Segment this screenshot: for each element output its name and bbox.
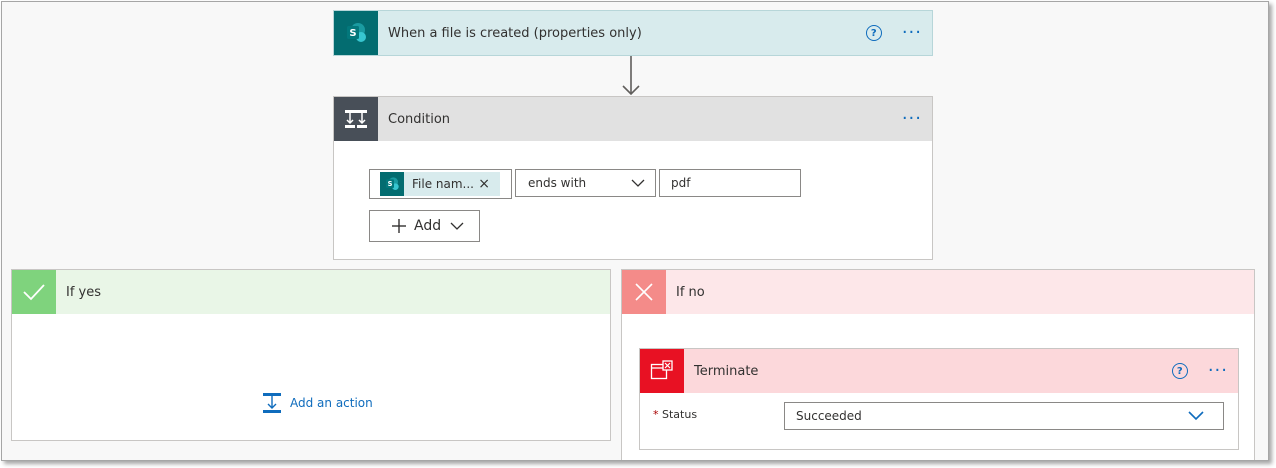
sharepoint-icon: S [380,172,404,196]
status-label: Status [662,408,698,421]
if-no-branch: If no Terminate ? ··· * Status Succeeded [621,269,1255,460]
help-icon[interactable]: ? [865,25,882,41]
if-yes-header[interactable]: If yes [12,270,610,314]
trigger-title: When a file is created (properties only) [388,25,642,41]
checkmark-icon [12,270,56,314]
condition-header[interactable]: Condition ··· [334,97,932,141]
close-icon [622,270,666,314]
svg-text:S: S [388,180,393,188]
svg-text:S: S [349,28,356,39]
chevron-down-icon [450,222,464,230]
dynamic-content-token[interactable]: S File nam... × [380,172,500,196]
trigger-card[interactable]: S When a file is created (properties onl… [333,10,933,56]
add-row-button[interactable]: Add [369,210,480,242]
required-marker: * [653,408,659,421]
if-yes-title: If yes [66,284,102,300]
terminate-header[interactable]: Terminate ? ··· [640,349,1238,393]
if-no-title: If no [676,284,705,300]
flow-designer-canvas: S When a file is created (properties onl… [1,1,1269,461]
more-options-icon[interactable]: ··· [902,24,922,42]
sharepoint-icon: S [334,11,378,55]
add-action-label: Add an action [290,396,373,410]
status-value: Succeeded [796,409,862,423]
add-label: Add [414,218,442,234]
status-field-label: * Status [653,408,697,421]
condition-icon [334,97,378,141]
if-no-header[interactable]: If no [622,270,1254,314]
condition-value: pdf [671,176,691,190]
chevron-down-icon [1188,411,1204,421]
connector-arrow-icon [622,56,640,96]
status-dropdown[interactable]: Succeeded [784,402,1224,430]
help-icon[interactable]: ? [1171,363,1188,379]
terminate-icon [640,349,684,393]
operator-dropdown[interactable]: ends with [515,169,656,197]
add-action-icon [263,393,281,413]
token-label: File nam... [412,177,474,191]
terminate-card: Terminate ? ··· * Status Succeeded [639,348,1239,450]
trigger-header[interactable]: S When a file is created (properties onl… [334,11,932,55]
plus-icon [392,219,406,233]
condition-card: Condition ··· S File nam... × ends with … [333,96,933,260]
more-options-icon[interactable]: ··· [902,110,922,128]
condition-value-input[interactable]: pdf [659,169,801,197]
more-options-icon[interactable]: ··· [1208,362,1228,380]
condition-left-operand[interactable]: S File nam... × [369,169,512,199]
condition-title: Condition [388,111,451,127]
add-action-link[interactable]: Add an action [262,392,373,414]
remove-token-icon[interactable]: × [478,176,490,192]
terminate-title: Terminate [694,363,759,379]
operator-value: ends with [528,176,587,190]
if-yes-branch: If yes Add an action [11,269,611,441]
chevron-down-icon [631,179,645,187]
